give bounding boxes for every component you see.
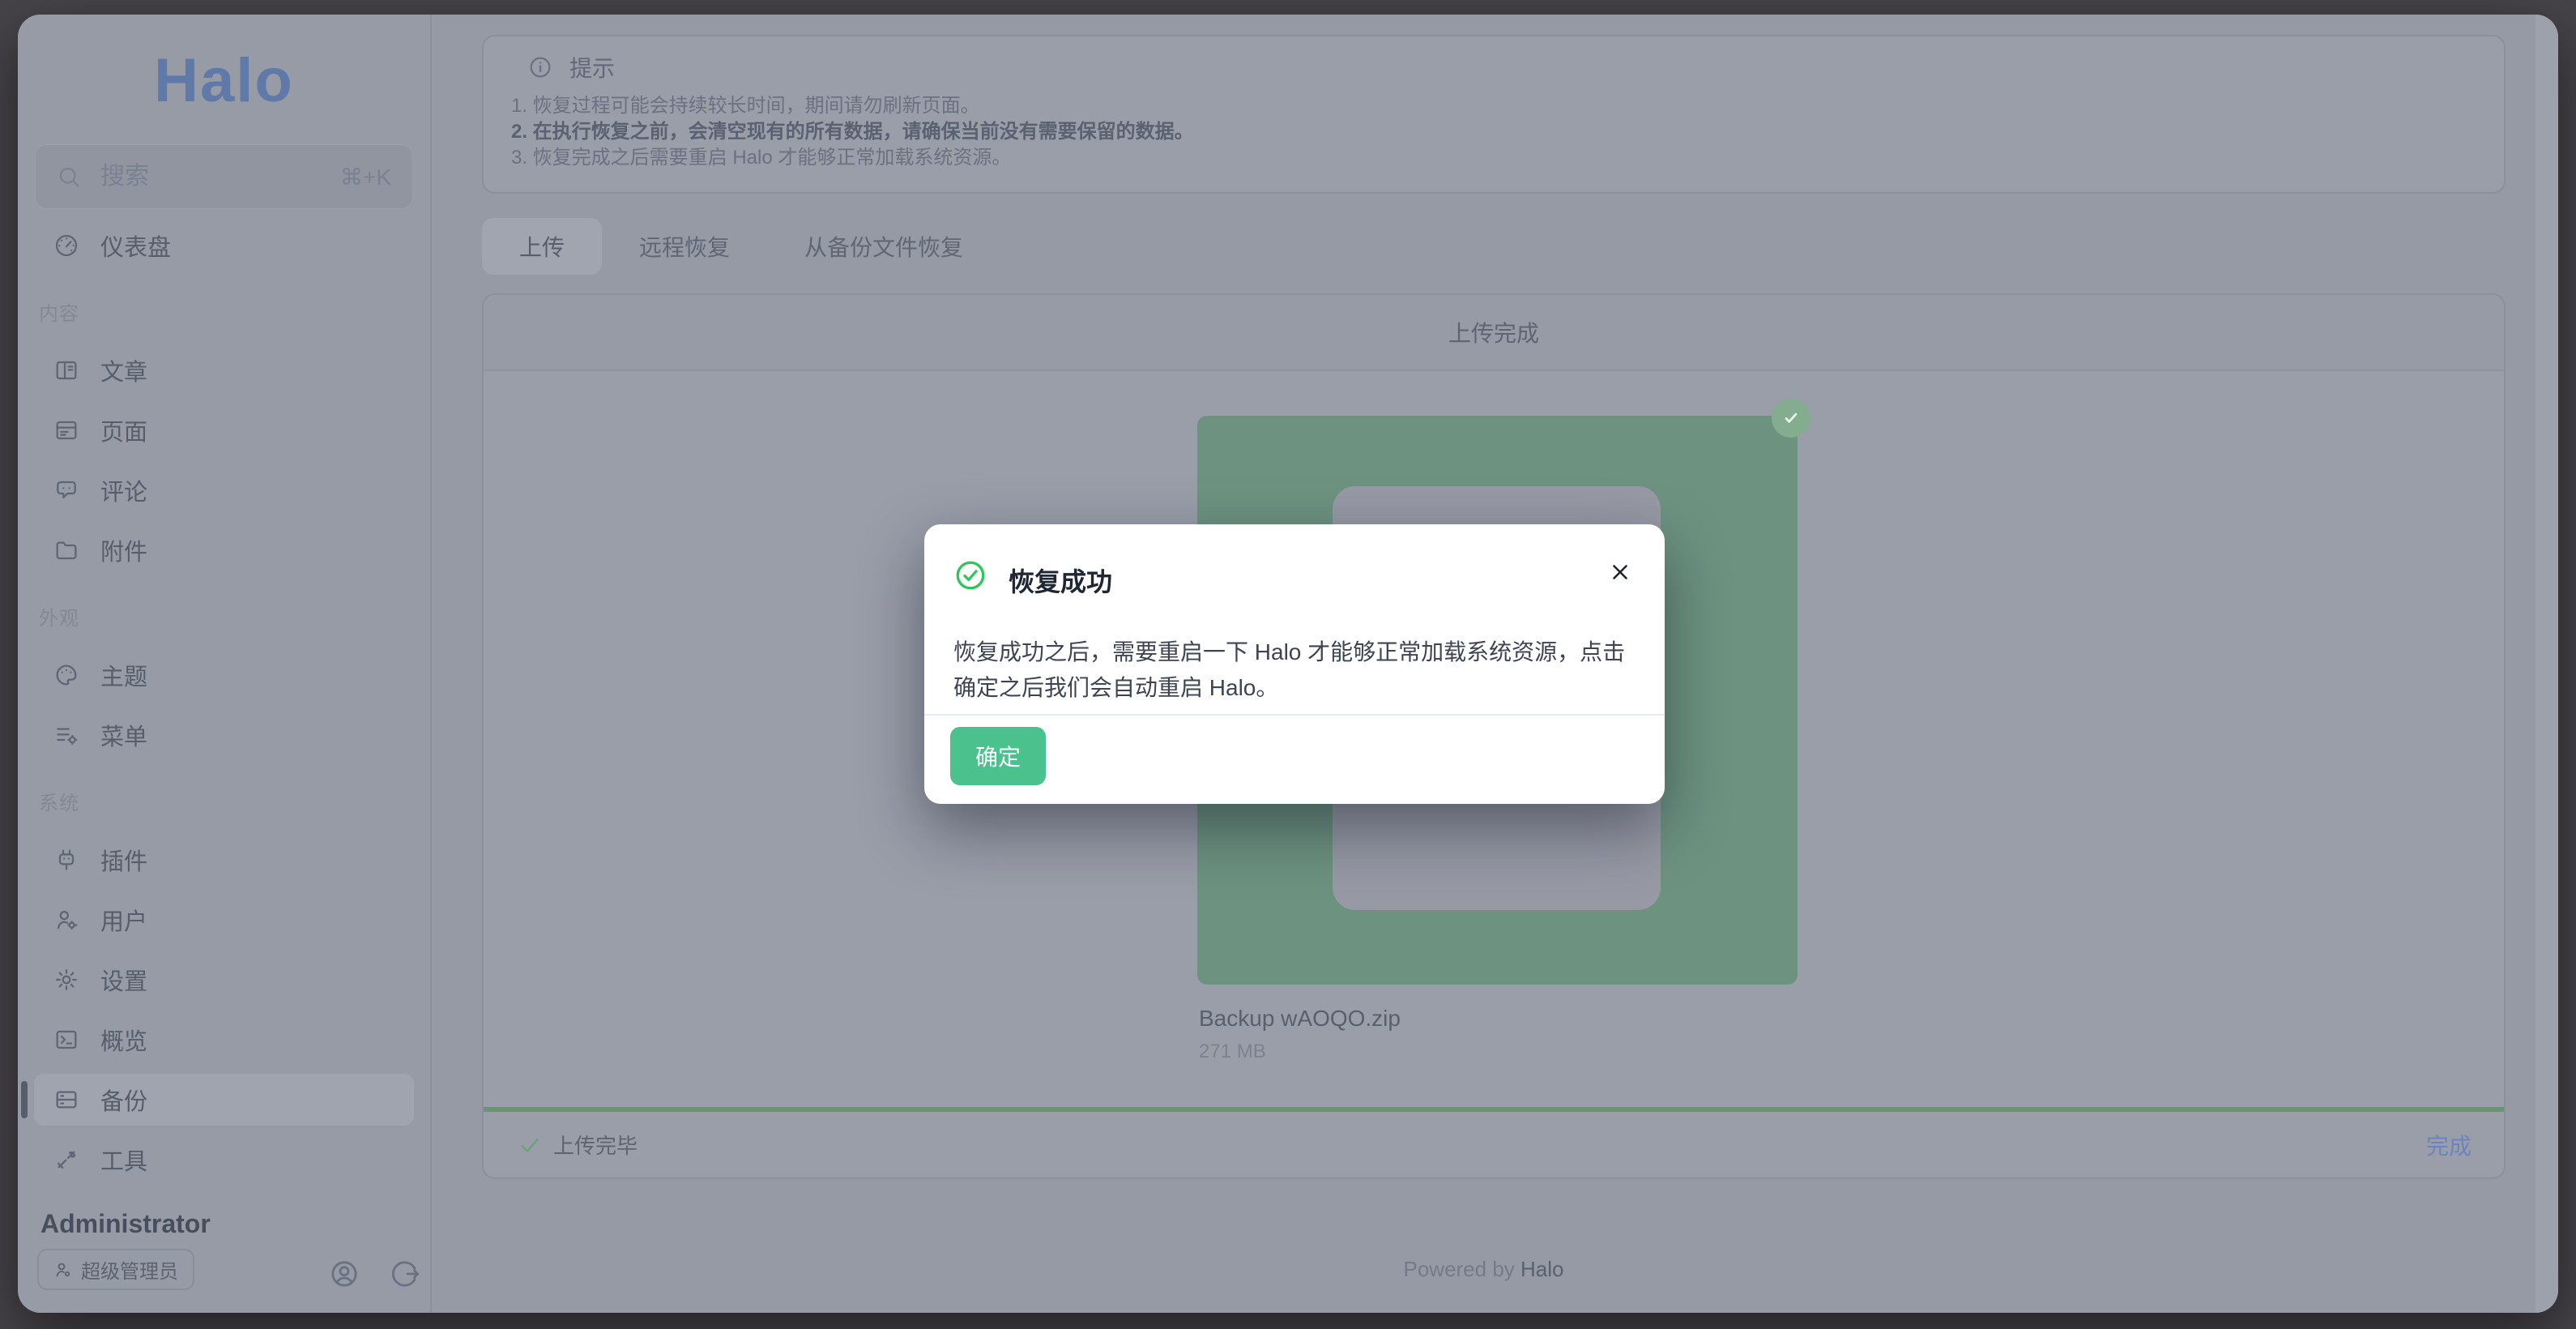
user-circle-icon[interactable] xyxy=(328,1258,360,1290)
restore-success-modal: 恢复成功 恢复成功之后，需要重启一下 Halo 才能够正常加载系统资源，点击确定… xyxy=(924,524,1665,804)
tab-upload[interactable]: 上传 xyxy=(482,218,602,275)
nav-label: 菜单 xyxy=(100,718,147,752)
modal-title: 恢复成功 xyxy=(1009,562,1112,599)
nav-section-appearance: 外观 xyxy=(39,602,414,626)
plugin-icon xyxy=(53,847,79,873)
done-link[interactable]: 完成 xyxy=(2426,1129,2472,1161)
search-shortcut: ⌘+K xyxy=(340,164,391,190)
role-user-icon xyxy=(53,1260,73,1280)
active-indicator xyxy=(21,1081,28,1118)
powered-by: Powered by Halo xyxy=(432,1257,2535,1282)
sidebar-item-attachments[interactable]: 附件 xyxy=(34,524,414,576)
upload-footer-text: 上传完毕 xyxy=(553,1130,638,1160)
nav-label: 工具 xyxy=(100,1143,147,1177)
tab-restore-from-backup[interactable]: 从备份文件恢复 xyxy=(767,218,1000,275)
nav-label: 插件 xyxy=(100,843,147,877)
nav-label: 概览 xyxy=(100,1023,147,1057)
folder-icon xyxy=(53,537,79,563)
terminal-icon xyxy=(53,1027,79,1053)
nav-label: 文章 xyxy=(100,353,147,387)
upload-footer: 上传完毕 完成 xyxy=(484,1112,2504,1177)
file-size: 271 MB xyxy=(1199,1041,1266,1063)
nav-section-content: 内容 xyxy=(39,297,414,322)
sidebar-item-tools[interactable]: 工具 xyxy=(34,1134,414,1186)
comments-icon xyxy=(53,477,79,503)
nav-label: 备份 xyxy=(100,1083,147,1117)
powered-prefix: Powered by xyxy=(1403,1257,1520,1281)
tips-line: 3. 恢复完成之后需要重启 Halo 才能够正常加载系统资源。 xyxy=(511,145,2480,171)
badge-check-icon xyxy=(1781,408,1802,429)
sidebar-item-comments[interactable]: 评论 xyxy=(34,464,414,516)
close-icon xyxy=(1608,560,1632,584)
tools-icon xyxy=(53,1147,79,1173)
search-icon xyxy=(57,165,81,189)
restore-tabs: 上传 远程恢复 从备份文件恢复 xyxy=(482,218,1000,275)
upload-complete-badge xyxy=(1772,399,1810,438)
nav-label: 主题 xyxy=(100,658,147,692)
nav-label: 用户 xyxy=(100,903,147,937)
role-badge: 超级管理员 xyxy=(37,1249,194,1290)
gear-icon xyxy=(53,967,79,993)
sidebar-item-posts[interactable]: 文章 xyxy=(34,344,414,396)
confirm-button[interactable]: 确定 xyxy=(950,727,1046,785)
modal-body-text: 恢复成功之后，需要重启一下 Halo 才能够正常加载系统资源，点击确定之后我们会… xyxy=(953,635,1632,706)
backup-icon xyxy=(53,1087,79,1113)
tips-title: 提示 xyxy=(569,51,615,83)
screen: Halo ⌘+K 仪表盘 内容 xyxy=(0,0,2576,1329)
palette-icon xyxy=(53,662,79,688)
search-input[interactable] xyxy=(99,162,340,191)
powered-brand-link[interactable]: Halo xyxy=(1520,1257,1563,1281)
role-label: 超级管理员 xyxy=(81,1255,178,1284)
tab-remote-restore[interactable]: 远程恢复 xyxy=(602,218,767,275)
tips-line: 1. 恢复过程可能会持续较长时间，期间请勿刷新页面。 xyxy=(511,93,2480,119)
scrollbar-gutter[interactable] xyxy=(2535,15,2558,1313)
upload-footer-status: 上传完毕 xyxy=(518,1130,638,1160)
tips-line: 2. 在执行恢复之前，会清空现有的所有数据，请确保当前没有需要保留的数据。 xyxy=(511,119,2480,145)
file-name: Backup wAOQO.zip xyxy=(1199,1006,1401,1032)
upload-status-header: 上传完成 xyxy=(484,295,2504,371)
user-actions xyxy=(328,1258,420,1290)
nav-label: 评论 xyxy=(100,473,147,507)
halo-logo: Halo xyxy=(18,50,430,112)
sidebar-item-dashboard[interactable]: 仪表盘 xyxy=(34,220,414,271)
gauge-icon xyxy=(53,233,79,259)
nav-section-system: 系统 xyxy=(39,787,414,811)
sidebar-item-plugins[interactable]: 插件 xyxy=(34,834,414,886)
logout-icon[interactable] xyxy=(388,1258,420,1290)
user-settings-icon xyxy=(53,907,79,933)
search-box[interactable]: ⌘+K xyxy=(35,144,413,209)
nav-label: 附件 xyxy=(100,533,147,567)
sidebar-item-overview[interactable]: 概览 xyxy=(34,1014,414,1066)
pages-icon xyxy=(53,417,79,443)
sidebar-item-users[interactable]: 用户 xyxy=(34,894,414,946)
user-name: Administrator xyxy=(41,1209,411,1239)
menu-settings-icon xyxy=(53,722,79,748)
sidebar-item-menus[interactable]: 菜单 xyxy=(34,709,414,761)
nav-label: 仪表盘 xyxy=(100,229,171,263)
sidebar-nav: 仪表盘 内容 文章 页面 xyxy=(34,220,414,1186)
sidebar-item-backup[interactable]: 备份 xyxy=(34,1074,414,1126)
tips-list: 1. 恢复过程可能会持续较长时间，期间请勿刷新页面。 2. 在执行恢复之前，会清… xyxy=(511,93,2480,171)
nav-label: 页面 xyxy=(100,413,147,447)
sidebar: Halo ⌘+K 仪表盘 内容 xyxy=(18,15,432,1313)
info-icon xyxy=(527,54,553,80)
sidebar-item-settings[interactable]: 设置 xyxy=(34,954,414,1006)
modal-divider xyxy=(924,714,1665,716)
sidebar-item-themes[interactable]: 主题 xyxy=(34,649,414,701)
modal-close-button[interactable] xyxy=(1605,557,1636,588)
tips-alert: 提示 1. 恢复过程可能会持续较长时间，期间请勿刷新页面。 2. 在执行恢复之前… xyxy=(482,35,2506,194)
sidebar-item-pages[interactable]: 页面 xyxy=(34,404,414,456)
success-check-circle-icon xyxy=(953,558,987,592)
nav-label: 设置 xyxy=(100,963,147,997)
posts-icon xyxy=(53,357,79,383)
check-icon xyxy=(518,1133,542,1157)
